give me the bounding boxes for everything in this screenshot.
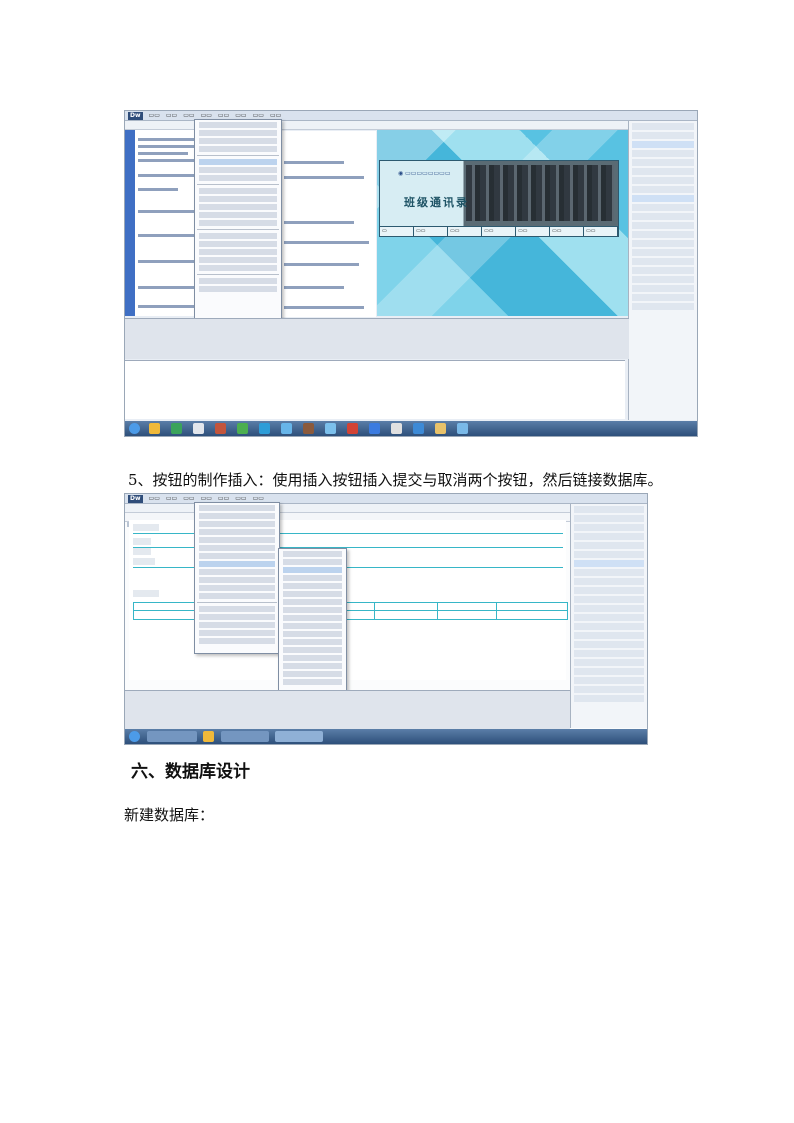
insert-dropdown-menu[interactable] (194, 502, 280, 654)
line-gutter (125, 130, 135, 316)
school-logo-text: ◉ ▭▭▭▭▭▭▭▭ (398, 170, 451, 177)
design-view: ◉ ▭▭▭▭▭▭▭▭ 班级通讯录 ▭ ▭▭ ▭▭ ▭▭ ▭▭ ▭▭ ▭▭ (377, 130, 629, 316)
section-heading: 六、数据库设计 (131, 762, 250, 782)
properties-panel (125, 318, 629, 359)
class-photo (466, 165, 614, 221)
screenshot-dreamweaver-insert-form: Dw ▭▭ ▭▭ ▭▭ ▭▭ ▭▭ ▭▭ ▭▭ (124, 493, 648, 745)
properties-panel (125, 690, 570, 729)
page-nav: ▭ ▭▭ ▭▭ ▭▭ ▭▭ ▭▭ ▭▭ (379, 226, 619, 237)
insert-dropdown-menu[interactable] (194, 119, 282, 321)
panels (628, 121, 697, 420)
banner-title: 班级通讯录 (404, 196, 469, 209)
page-banner: ◉ ▭▭▭▭▭▭▭▭ 班级通讯录 (379, 160, 619, 227)
windows-taskbar (125, 421, 697, 436)
app-logo: Dw (128, 494, 143, 503)
panels (570, 504, 647, 728)
app-logo: Dw (128, 111, 143, 120)
code-view-right (280, 131, 376, 317)
form-submenu[interactable] (278, 548, 347, 692)
output-panel (125, 360, 625, 419)
start-icon (129, 423, 140, 434)
step-caption: 5、按钮的制作插入：使用插入按钮插入提交与取消两个按钮，然后链接数据库。 (128, 471, 663, 489)
screenshot-dreamweaver-editor: Dw ▭▭ ▭▭ ▭▭ ▭▭ ▭▭ ▭▭ ▭▭ ▭▭ ◉ ▭▭▭▭▭▭▭▭ 班级… (124, 110, 698, 437)
section-text: 新建数据库： (124, 806, 215, 824)
windows-taskbar (125, 729, 647, 744)
start-icon (129, 731, 140, 742)
